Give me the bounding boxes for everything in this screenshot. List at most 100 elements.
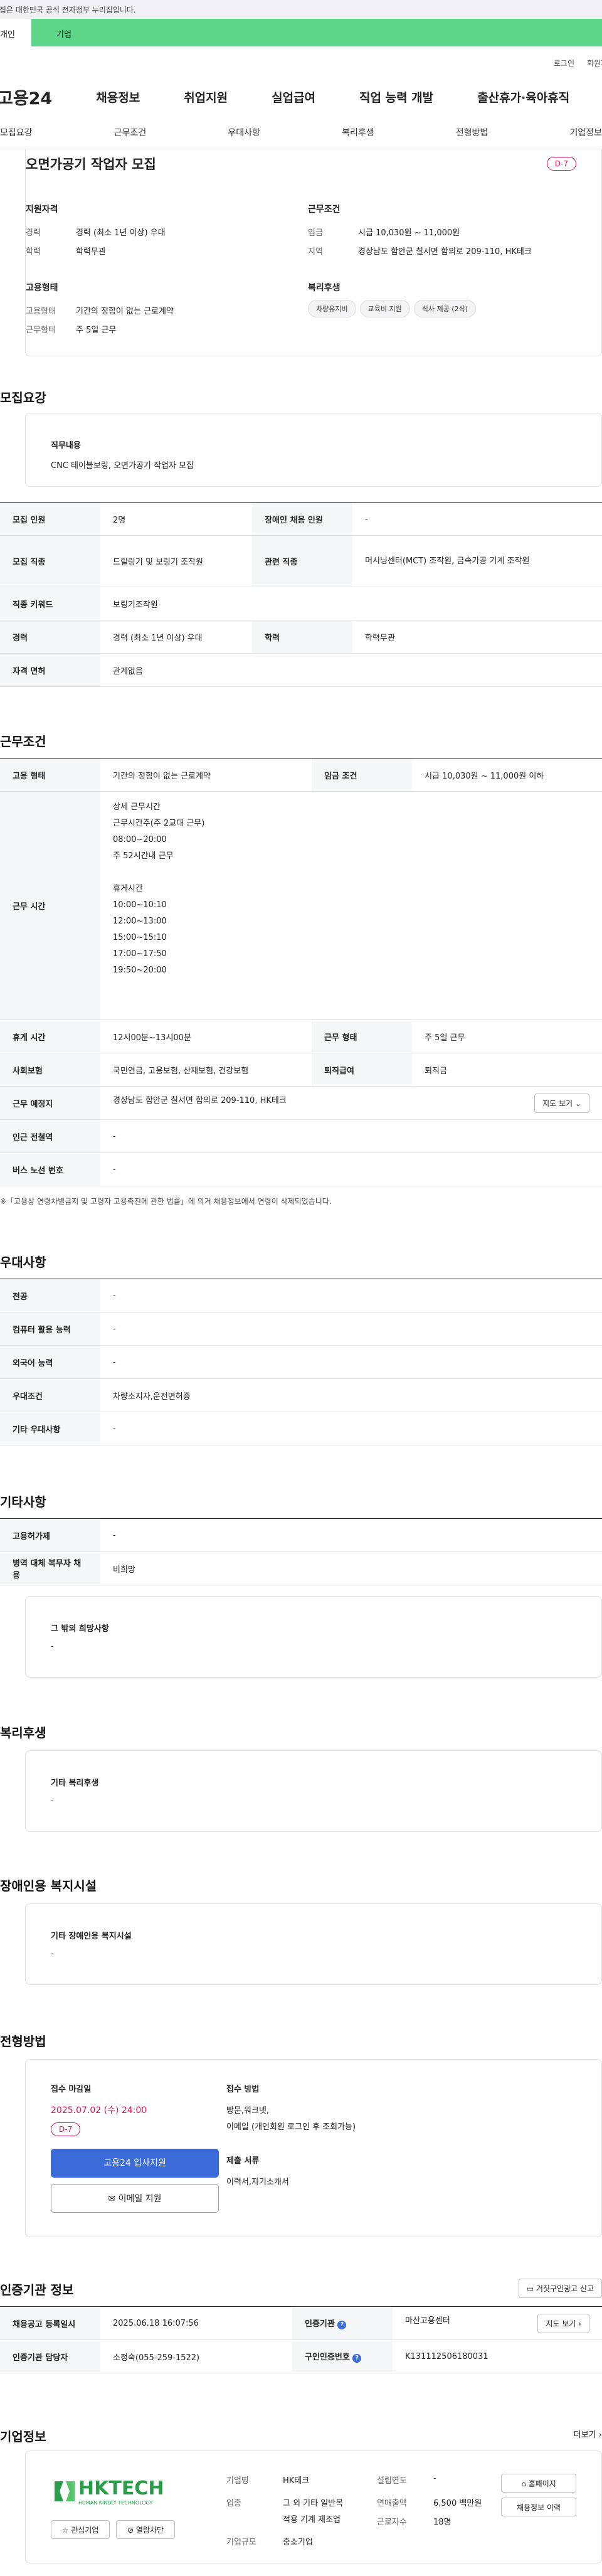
section-heading-selection: 전형방법 <box>0 2034 46 2049</box>
rest-value: 12시00분~13시00분 <box>100 1019 312 1053</box>
work-type-value: 주 5일 근무 <box>412 1019 602 1053</box>
report-ad-button[interactable]: ▭ 거짓구인광고 신고 <box>518 2279 602 2298</box>
permit-label: 고용허가제 <box>0 1518 100 1552</box>
language-label: 외국어 능력 <box>0 1345 100 1379</box>
work-time-line: 주 52시간내 근무 <box>113 851 174 861</box>
report-ad-label: 거짓구인광고 신고 <box>536 2284 594 2293</box>
nav-menu-training[interactable]: 직업 능력 개발 <box>359 88 433 105</box>
anchor-prefer[interactable]: 우대사항 <box>228 126 260 139</box>
welfare-tag: 식사 제공 (2식) <box>413 300 476 317</box>
military-label: 병역 대체 복무자 채용 <box>0 1551 100 1585</box>
anchor-welfare[interactable]: 복리후생 <box>342 126 374 139</box>
employees-value: 18명 <box>433 2518 452 2527</box>
deadline-heading: 접수 마감일 <box>51 2085 92 2094</box>
section-heading-prefer: 우대사항 <box>0 1255 46 1270</box>
welfare-tags: 차량유지비 교육비 지원 식사 제공 (2식) <box>308 300 480 317</box>
industry-value-1: 그 외 기타 일반목 <box>283 2499 344 2508</box>
company-name-value: HK테크 <box>283 2476 310 2486</box>
info-icon[interactable]: ? <box>337 2321 347 2329</box>
sales-label: 연매출액 <box>377 2499 407 2508</box>
anchor-recruit[interactable]: 모집요강 <box>0 126 33 139</box>
location-value: 경상남도 함안군 칠서면 함의로 209-110, HK테크 <box>113 1095 287 1105</box>
section-heading-conditions: 근무조건 <box>0 734 46 749</box>
subway-value: - <box>100 1119 602 1153</box>
nav-menu-benefit[interactable]: 실업급여 <box>272 88 315 105</box>
disabled-count-label: 장애인 채용 인원 <box>252 502 353 536</box>
dday-badge: D-7 <box>546 157 576 171</box>
job-title: 오면가공기 작업자 모집 <box>26 157 156 172</box>
welfare-heading: 복리후생 <box>308 283 341 293</box>
qual-heading: 지원자격 <box>26 205 58 215</box>
company-logo-sub: HUMAN KINDLY TECHNOLOGY <box>78 2500 153 2506</box>
cert-number-label-cell: 구인인증번호 ? <box>292 2339 393 2373</box>
selection-dday-badge: D-7 <box>51 2122 81 2136</box>
reg-date-label: 채용공고 등록일시 <box>0 2306 100 2340</box>
wage-value: 시급 10,030원 ~ 11,000원 <box>358 228 460 238</box>
nav-menu-leave[interactable]: 출산휴가·육아휴직 <box>477 88 569 105</box>
tab-company[interactable]: 기업 <box>31 19 602 46</box>
job-desc-value: CNC 테이블보링, 오면가공기 작업자 모집 <box>51 461 194 471</box>
wish-card: 그 밖의 희망사항 - <box>25 1596 602 1678</box>
selection-card: 접수 마감일 2025.07.02 (수) 24:00 D-7 고용24 입사지… <box>25 2059 602 2237</box>
job-history-button[interactable]: 채용정보 이력 <box>501 2498 576 2516</box>
chevron-down-icon: ⌄ <box>574 1099 581 1108</box>
mail-icon: ✉ <box>108 2194 116 2204</box>
emp-type-value: 기간의 정함이 없는 근로계약 <box>76 307 174 316</box>
established-value: - <box>433 2474 436 2483</box>
nav-menu-support[interactable]: 취업지원 <box>184 88 228 105</box>
related-occ-label: 관련 직종 <box>252 535 353 587</box>
favorite-company-button[interactable]: ☆ 관심기업 <box>51 2520 110 2539</box>
login-link[interactable]: 로그인 <box>554 59 574 68</box>
industry-label: 업종 <box>226 2499 241 2508</box>
company-size-value: 중소기업 <box>283 2538 313 2547</box>
docs-value: 이력서,자기소개서 <box>226 2178 289 2187</box>
nav-menu-jobs[interactable]: 채용정보 <box>96 88 140 105</box>
reg-date-value: 2025.06.18 16:07:56 <box>100 2306 293 2340</box>
welfare-card: 기타 복리후생 - <box>25 1750 602 1832</box>
other-table: 고용허가제 - 병역 대체 복무자 채용 비희망 <box>0 1518 602 1585</box>
company-more-link[interactable]: 더보기 › <box>574 2428 602 2440</box>
welfare-etc-value: - <box>51 1796 54 1806</box>
cert-table: 채용공고 등록일시 2025.06.18 16:07:56 인증기관 ? 마산고용센터… <box>0 2306 602 2373</box>
work-form-label: 근무형태 <box>26 326 56 335</box>
block-view-button[interactable]: ⊘ 열람차단 <box>116 2520 175 2539</box>
join-link[interactable]: 회원가입 <box>587 59 602 68</box>
location-cell: 경상남도 함안군 칠서면 함의로 209-110, HK테크 지도 보기 ⌄ <box>100 1086 602 1120</box>
docs-heading: 제출 서류 <box>226 2156 260 2166</box>
method-value-1: 방문,워크넷, <box>226 2106 270 2116</box>
cert-manager-value: 소정숙(055-259-1522) <box>100 2339 293 2373</box>
map-view-button[interactable]: 지도 보기 ⌄ <box>534 1093 589 1113</box>
subway-label: 인근 전철역 <box>0 1119 100 1153</box>
wage-label: 임금 <box>308 228 323 238</box>
homepage-button[interactable]: ⌂ 홈페이지 <box>501 2474 576 2493</box>
disabled-card: 기타 장애인용 복지시설 - <box>25 1903 602 1985</box>
tab-individual[interactable]: 개인 <box>0 19 31 46</box>
info-icon[interactable]: ? <box>352 2354 362 2363</box>
bus-label: 버스 노선 번호 <box>0 1152 100 1186</box>
anchor-conditions[interactable]: 근무조건 <box>114 126 147 139</box>
apply-button[interactable]: 고용24 입사지원 <box>51 2149 219 2178</box>
util-bar: 로그인 회원가입 <box>0 46 602 78</box>
company-logo-mark <box>55 2481 75 2501</box>
conditions-table: 고용 형태 기간의 정함이 없는 근로계약 임금 조건 시급 10,030원 ~ 11… <box>0 758 602 1186</box>
email-apply-button[interactable]: ✉ 이메일 지원 <box>51 2184 219 2213</box>
career-label: 경력 <box>26 228 41 238</box>
wish-value: - <box>51 1642 54 1651</box>
welfare-tag: 교육비 지원 <box>359 300 410 317</box>
anchor-company[interactable]: 기업정보 <box>569 126 602 139</box>
area-label: 지역 <box>308 247 323 257</box>
emp-type-label: 고용형태 <box>26 307 56 316</box>
edu-value: 학력무관 <box>76 247 106 257</box>
cert-map-button[interactable]: 지도 보기 › <box>537 2313 589 2333</box>
work-time-line: 휴게시간 <box>113 884 143 893</box>
cert-number-label: 구인인증번호 <box>305 2353 350 2362</box>
rest-label: 휴게 시간 <box>0 1019 100 1053</box>
anchor-selection[interactable]: 전형방법 <box>456 126 488 139</box>
edu-row-label: 학력 <box>252 620 353 654</box>
work-time-line <box>113 865 589 881</box>
insurance-label: 사회보험 <box>0 1053 100 1087</box>
site-logo[interactable]: 고용24 <box>0 85 52 109</box>
retire-label: 퇴직급여 <box>312 1053 413 1087</box>
retire-value: 퇴직금 <box>412 1053 602 1087</box>
permit-value: - <box>100 1518 602 1552</box>
